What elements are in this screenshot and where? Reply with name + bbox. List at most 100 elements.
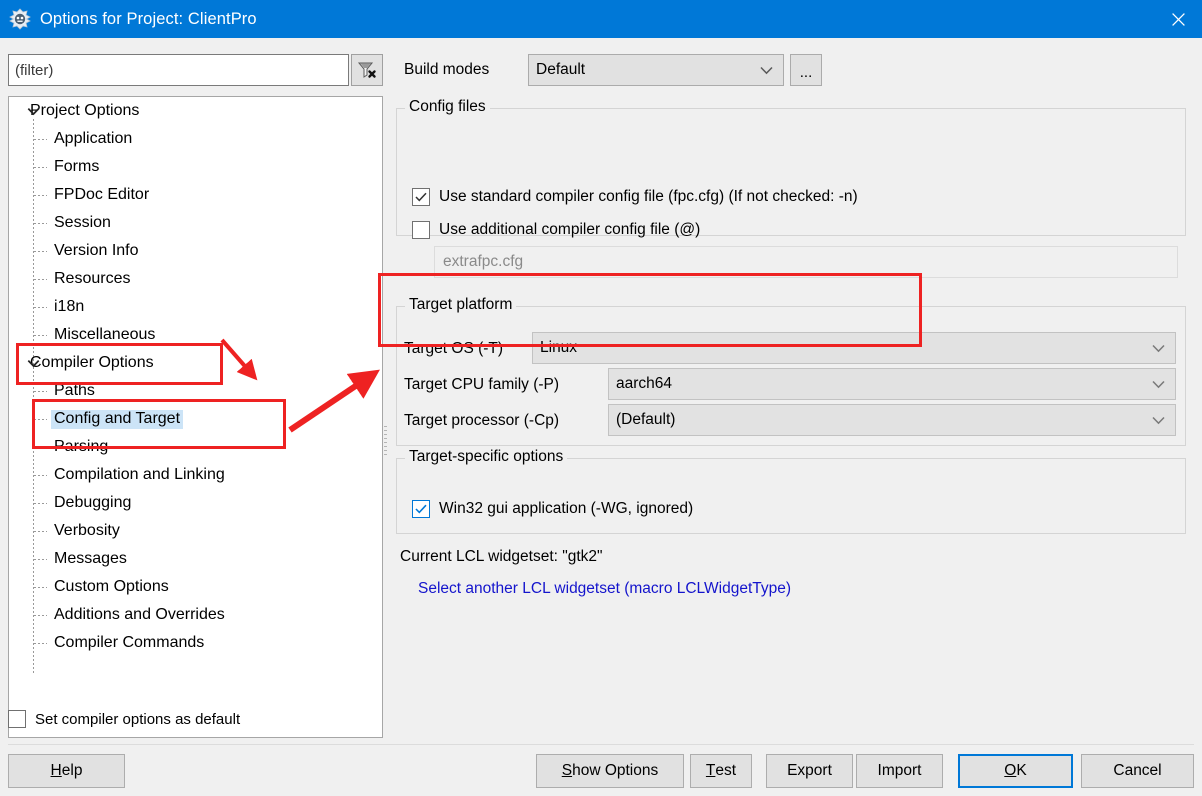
lazarus-logo-icon <box>9 8 31 30</box>
tree-item-compilation-and-linking[interactable]: Compilation and Linking <box>9 461 382 489</box>
panel-splitter[interactable] <box>383 423 389 465</box>
tree-item-label: Miscellaneous <box>54 325 156 343</box>
filter-input[interactable] <box>8 54 349 86</box>
tree-item-label: Version Info <box>54 241 139 259</box>
target-os-label: Target OS (-T) <box>404 340 504 357</box>
target-specific-group: Target-specific options <box>396 448 1186 534</box>
tree-item-forms[interactable]: Forms <box>9 153 382 181</box>
tree-item-label: Additions and Overrides <box>54 605 225 623</box>
target-platform-caption: Target platform <box>405 296 517 314</box>
build-modes-label: Build modes <box>404 61 490 78</box>
tree-item-debugging[interactable]: Debugging <box>9 489 382 517</box>
btn-post: K <box>1016 762 1027 779</box>
tree-guide-branch <box>34 559 47 560</box>
tree-item-compiler-options[interactable]: Compiler Options <box>9 349 382 377</box>
tree-item-label: Resources <box>54 269 131 287</box>
tree-item-label: Messages <box>54 549 127 567</box>
export-button[interactable]: Export <box>766 754 853 788</box>
tree-item-label: FPDoc Editor <box>54 185 150 203</box>
tree-item-miscellaneous[interactable]: Miscellaneous <box>9 321 382 349</box>
btn-mnemonic: T <box>705 762 716 779</box>
target-cpu-combo[interactable]: aarch64 <box>608 368 1176 400</box>
config-files-caption: Config files <box>405 98 490 116</box>
target-processor-value: (Default) <box>616 411 676 428</box>
btn-pre: Export <box>787 762 832 779</box>
use-standard-config-checkbox[interactable]: Use standard compiler config file (fpc.c… <box>412 188 858 206</box>
target-os-combo[interactable]: Linux <box>532 332 1176 364</box>
additional-config-path-value: extrafpc.cfg <box>443 253 524 270</box>
import-button[interactable]: Import <box>856 754 943 788</box>
tree-item-project-options[interactable]: Project Options <box>9 97 382 125</box>
show-options-button[interactable]: Show Options <box>536 754 684 788</box>
tree-item-session[interactable]: Session <box>9 209 382 237</box>
btn-mnemonic: O <box>1004 762 1017 779</box>
build-modes-value: Default <box>536 61 586 78</box>
btn-post: how Options <box>572 762 659 779</box>
tree-item-application[interactable]: Application <box>9 125 382 153</box>
win32-gui-label: Win32 gui application (-WG, ignored) <box>439 500 694 517</box>
tree-guide-branch <box>34 615 47 616</box>
tree-guide-branch <box>34 279 47 280</box>
tree-item-resources[interactable]: Resources <box>9 265 382 293</box>
tree-item-label: Compiler Options <box>30 353 154 371</box>
btn-mnemonic: S <box>561 762 573 779</box>
ok-button[interactable]: OK <box>958 754 1073 788</box>
dialog-body: Build modes Default ... Project Options A… <box>0 38 1202 796</box>
target-processor-label: Target processor (-Cp) <box>404 412 560 429</box>
tree-guide-branch <box>34 195 47 196</box>
tree-item-compiler-commands[interactable]: Compiler Commands <box>9 629 382 657</box>
use-additional-config-checkbox[interactable]: Use additional compiler config file (@) <box>412 221 700 239</box>
tree-guide-branch <box>34 391 47 392</box>
tree-item-label: Session <box>54 213 111 231</box>
btn-post: elp <box>61 762 83 779</box>
tree-item-label: Parsing <box>54 437 109 455</box>
tree-item-label: Config and Target <box>51 409 184 429</box>
tree-item-additions-and-overrides[interactable]: Additions and Overrides <box>9 601 382 629</box>
tree-guide-branch <box>34 587 47 588</box>
tree-item-parsing[interactable]: Parsing <box>9 433 382 461</box>
options-tree[interactable]: Project Options Application Forms FPDoc Edi… <box>8 96 383 738</box>
build-modes-combo[interactable]: Default <box>528 54 784 86</box>
tree-guide-branch <box>34 475 47 476</box>
close-icon[interactable] <box>1155 0 1202 38</box>
tree-item-label: Verbosity <box>54 521 120 539</box>
target-os-value: Linux <box>540 339 578 356</box>
build-modes-more-button[interactable]: ... <box>790 54 822 86</box>
target-processor-combo[interactable]: (Default) <box>608 404 1176 436</box>
target-cpu-value: aarch64 <box>616 375 673 392</box>
footer-divider <box>8 744 1194 745</box>
tree-item-label: i18n <box>54 297 85 315</box>
tree-item-paths[interactable]: Paths <box>9 377 382 405</box>
tree-item-verbosity[interactable]: Verbosity <box>9 517 382 545</box>
chevron-down-icon[interactable] <box>25 355 41 371</box>
config-files-group: Config files <box>396 98 1186 236</box>
target-specific-caption: Target-specific options <box>405 448 568 466</box>
tree-item-messages[interactable]: Messages <box>9 545 382 573</box>
tree-guide-branch <box>34 531 47 532</box>
tree-guide-branch <box>34 139 47 140</box>
tree-item-label: Compilation and Linking <box>54 465 225 483</box>
win32-gui-checkbox[interactable]: Win32 gui application (-WG, ignored) <box>412 500 693 518</box>
help-button[interactable]: Help <box>8 754 125 788</box>
chevron-down-icon <box>1148 380 1168 389</box>
checkbox-box <box>412 188 430 206</box>
tree-item-i18n[interactable]: i18n <box>9 293 382 321</box>
tree-guide-branch <box>34 307 47 308</box>
use-standard-config-label: Use standard compiler config file (fpc.c… <box>439 188 858 205</box>
tree-item-config-and-target[interactable]: Config and Target <box>9 405 382 433</box>
tree-item-version-info[interactable]: Version Info <box>9 237 382 265</box>
tree-guide-branch <box>34 167 47 168</box>
set-default-checkbox[interactable]: Set compiler options as default <box>8 710 240 728</box>
test-button[interactable]: Test <box>690 754 752 788</box>
filter-clear-icon[interactable] <box>351 54 383 86</box>
chevron-down-icon[interactable] <box>25 103 41 119</box>
select-widgetset-link[interactable]: Select another LCL widgetset (macro LCLW… <box>418 580 791 598</box>
tree-item-fpdoc-editor[interactable]: FPDoc Editor <box>9 181 382 209</box>
tree-item-label: Debugging <box>54 493 132 511</box>
btn-pre: Import <box>877 762 922 779</box>
additional-config-path-input[interactable]: extrafpc.cfg <box>434 246 1178 278</box>
tree-item-label: Forms <box>54 157 100 175</box>
checkbox-box <box>8 710 26 728</box>
cancel-button[interactable]: Cancel <box>1081 754 1194 788</box>
tree-item-custom-options[interactable]: Custom Options <box>9 573 382 601</box>
